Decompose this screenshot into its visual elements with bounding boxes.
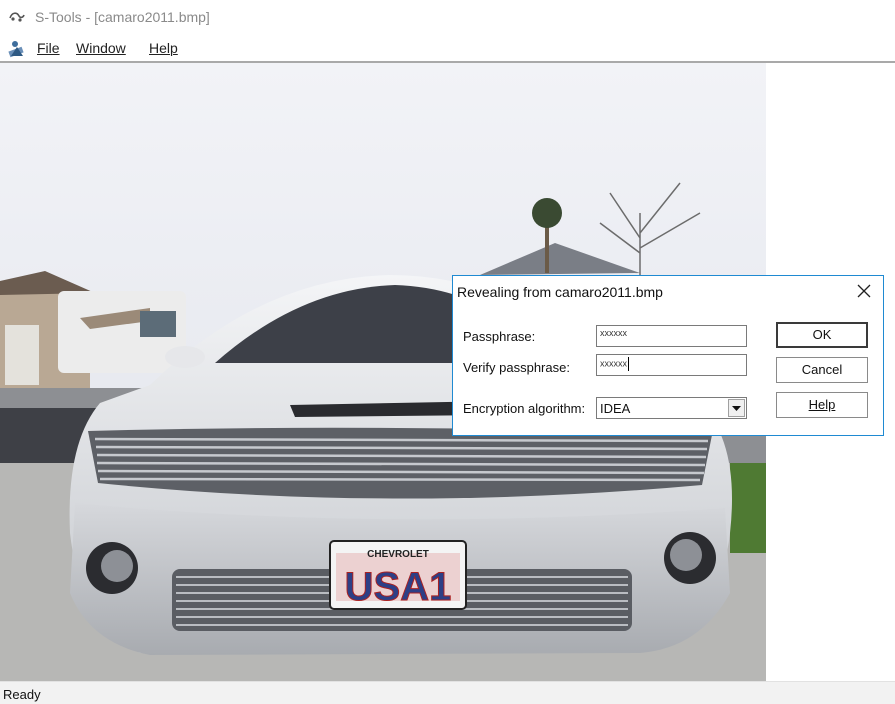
verify-passphrase-field[interactable]: xxxxxx: [596, 354, 747, 376]
menu-window[interactable]: Window: [76, 40, 126, 56]
verify-passphrase-label: Verify passphrase:: [463, 360, 570, 375]
dropdown-button[interactable]: [728, 399, 745, 417]
status-bar: Ready: [0, 681, 895, 704]
status-text: Ready: [3, 687, 41, 702]
help-button[interactable]: Help: [776, 392, 868, 418]
plate-top-text: CHEVROLET: [367, 549, 429, 560]
encryption-algorithm-label: Encryption algorithm:: [463, 401, 586, 416]
reveal-dialog: Revealing from camaro2011.bmp Passphrase…: [452, 275, 884, 436]
passphrase-field[interactable]: xxxxxx: [596, 325, 747, 347]
close-icon[interactable]: [855, 282, 873, 300]
menu-app-icon[interactable]: [7, 38, 27, 58]
cancel-button[interactable]: Cancel: [776, 357, 868, 383]
app-icon: [9, 12, 25, 22]
passphrase-label: Passphrase:: [463, 329, 536, 344]
dropdown-arrow-icon: [732, 406, 741, 411]
plate-main-text: USA1: [345, 565, 452, 609]
ok-button[interactable]: OK: [776, 322, 868, 348]
encryption-algorithm-value: IDEA: [600, 401, 631, 416]
menu-bar: File Window Help: [0, 34, 895, 62]
passphrase-value: xxxxxx: [600, 328, 627, 338]
window-title: S-Tools - [camaro2011.bmp]: [35, 9, 210, 25]
dialog-title: Revealing from camaro2011.bmp: [457, 284, 663, 300]
verify-passphrase-value: xxxxxx: [600, 358, 627, 369]
encryption-algorithm-select[interactable]: IDEA: [596, 397, 747, 419]
menu-help[interactable]: Help: [149, 40, 178, 56]
menu-file[interactable]: File: [37, 40, 60, 56]
title-bar: S-Tools - [camaro2011.bmp]: [0, 0, 895, 34]
text-caret: [628, 357, 629, 371]
